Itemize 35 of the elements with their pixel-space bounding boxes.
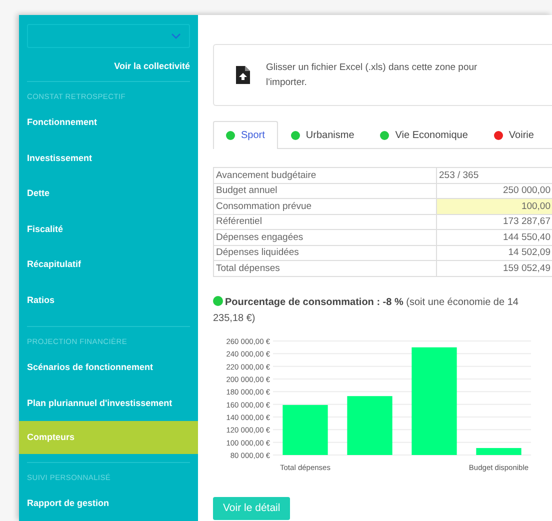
table-cell: Consommation prévue bbox=[214, 198, 436, 214]
tab[interactable]: Sport bbox=[213, 121, 278, 149]
sidebar-item[interactable]: Scénarios de fonctionnement bbox=[19, 358, 198, 394]
view-collectivity-link[interactable]: Voir la collectivité bbox=[114, 61, 190, 71]
sidebar-item[interactable]: Rapport de gestion bbox=[19, 494, 198, 521]
upload-instructions: Glisser un fichier Excel (.xls) dans cette zone pour l'importer. bbox=[266, 61, 478, 90]
sidebar-item[interactable]: Dette bbox=[19, 184, 198, 220]
sidebar-item[interactable]: Investissement bbox=[19, 148, 198, 184]
tab[interactable]: Urbanisme bbox=[278, 121, 368, 148]
sidebar-item[interactable]: Récapitulatif bbox=[19, 255, 198, 290]
bar bbox=[282, 404, 328, 454]
sidebar-item[interactable]: Ratios bbox=[19, 290, 198, 326]
bar bbox=[347, 396, 392, 454]
consumption-summary: Pourcentage de consommation : -8 % (soit une économie de 14 235,18 €) bbox=[213, 296, 518, 324]
file-upload-icon bbox=[236, 66, 250, 84]
table-cell: Dépenses liquidées bbox=[214, 245, 436, 260]
table-cell: 173 287,67 bbox=[436, 214, 552, 230]
table-cell: Référentiel bbox=[214, 214, 436, 230]
table-cell: Avancement budgétaire bbox=[214, 168, 436, 183]
bar bbox=[476, 448, 522, 454]
collectivity-select[interactable] bbox=[27, 24, 190, 48]
table-cell: 253 / 365 bbox=[436, 168, 552, 183]
table-cell: Budget annuel bbox=[214, 183, 436, 198]
tab[interactable]: Vie Economique bbox=[367, 121, 481, 148]
sidebar-item[interactable]: Fiscalité bbox=[19, 220, 198, 255]
view-detail-button[interactable]: Voir le détail bbox=[213, 496, 290, 520]
table-cell: 100,00 bbox=[436, 198, 552, 214]
chevron-down-icon bbox=[171, 33, 181, 39]
upload-zone[interactable]: Glisser un fichier Excel (.xls) dans cette zone pour l'importer. bbox=[213, 44, 552, 106]
table-cell: Total dépenses bbox=[214, 260, 436, 276]
sidebar-item[interactable]: Compteurs bbox=[19, 421, 198, 454]
sidebar-item[interactable]: Fonctionnement bbox=[19, 113, 198, 148]
tab[interactable]: Voirie bbox=[480, 121, 547, 148]
table-cell: Dépenses engagées bbox=[214, 230, 436, 245]
table-cell: 14 502,09 bbox=[436, 245, 552, 260]
